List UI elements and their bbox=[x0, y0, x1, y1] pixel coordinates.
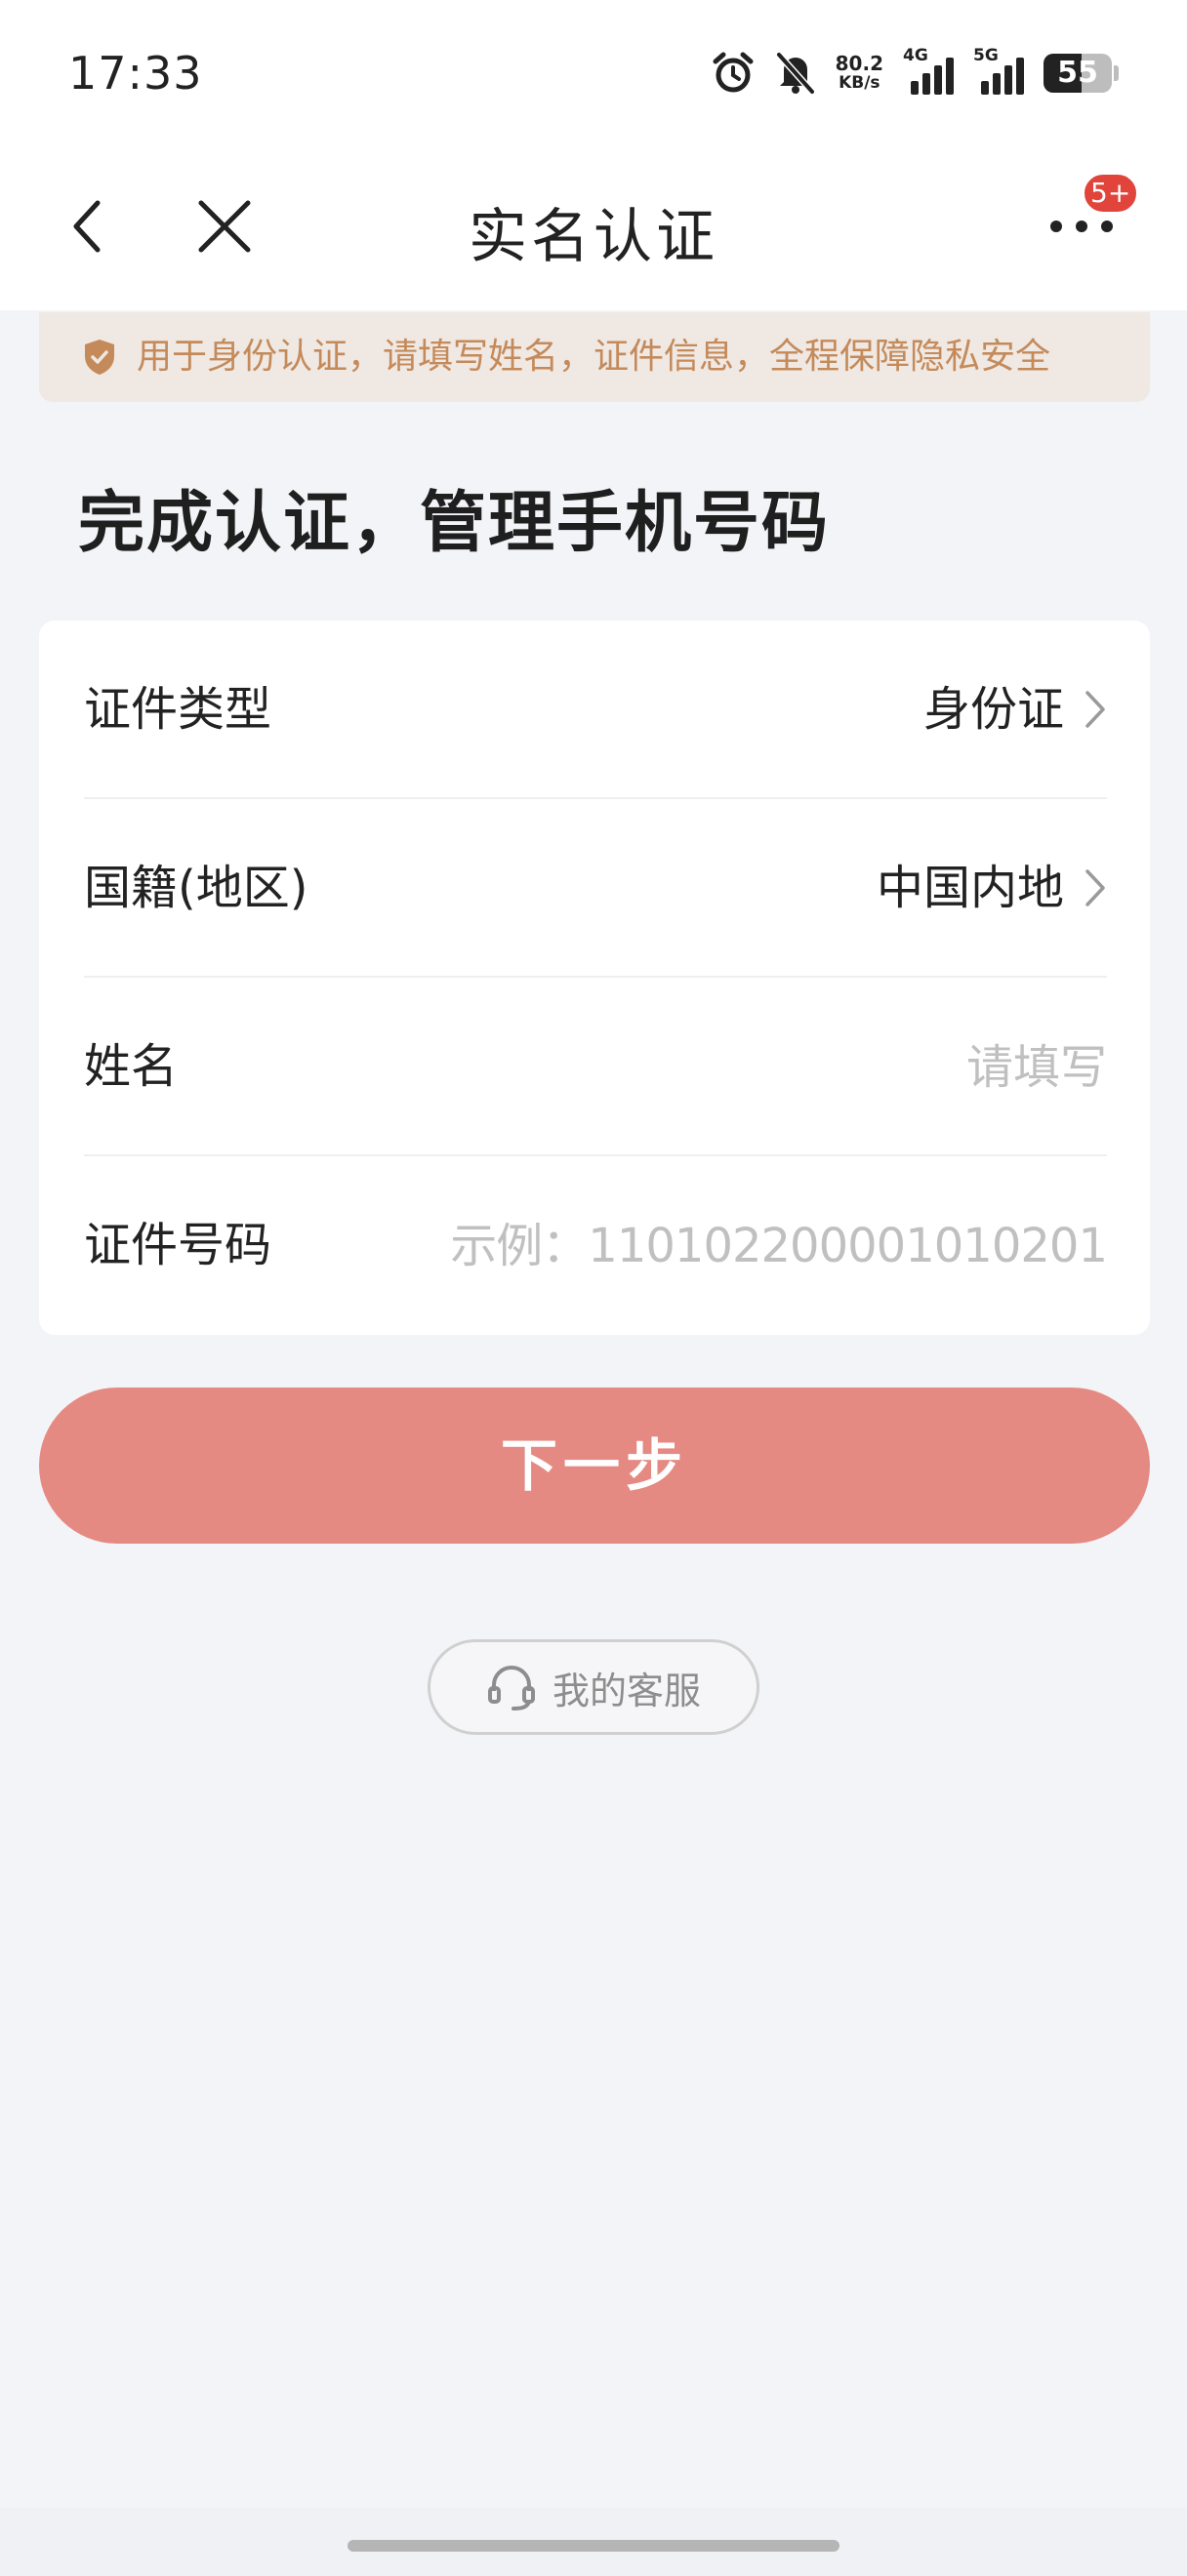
battery-tip bbox=[1114, 65, 1119, 81]
signal-4g-label: 4G bbox=[903, 46, 928, 65]
alarm-icon bbox=[711, 51, 756, 96]
notification-badge: 5+ bbox=[1082, 172, 1140, 215]
id-number-input[interactable] bbox=[443, 1203, 1107, 1289]
signal-5g-icon: 5G bbox=[973, 46, 1024, 95]
next-button[interactable]: 下一步 bbox=[39, 1388, 1150, 1544]
page-title: 实名认证 bbox=[469, 203, 718, 271]
customer-service-button[interactable]: 我的客服 bbox=[428, 1639, 759, 1735]
status-time: 17:33 bbox=[68, 47, 203, 100]
chevron-right-icon bbox=[1084, 867, 1107, 908]
notice-text: 用于身份认证，请填写姓名，证件信息，全程保障隐私安全 bbox=[137, 337, 1051, 377]
net-speed-unit: KB/s bbox=[839, 73, 880, 93]
net-speed-value: 80.2 bbox=[835, 52, 883, 75]
net-speed: 80.2 KB/s bbox=[836, 54, 883, 93]
id-number-row: 证件号码 bbox=[84, 1156, 1107, 1335]
name-label: 姓名 bbox=[84, 1039, 179, 1094]
nationality-value: 中国内地 bbox=[876, 861, 1064, 915]
id-type-value: 身份证 bbox=[922, 682, 1064, 737]
nationality-row[interactable]: 国籍(地区) 中国内地 bbox=[84, 799, 1107, 978]
privacy-notice: 用于身份认证，请填写姓名，证件信息，全程保障隐私安全 bbox=[39, 312, 1150, 402]
battery-icon: 55 bbox=[1044, 54, 1112, 93]
name-row: 姓名 bbox=[84, 978, 1107, 1156]
id-number-label: 证件号码 bbox=[84, 1218, 272, 1272]
nav-bar: 实名认证 5+ bbox=[0, 146, 1187, 310]
signal-4g-icon: 4G bbox=[903, 46, 954, 95]
status-bar: 17:33 80.2 KB/s 4G 5G 55 bbox=[0, 0, 1187, 146]
battery-level: 55 bbox=[1057, 56, 1098, 90]
id-type-label: 证件类型 bbox=[84, 682, 272, 737]
name-input[interactable] bbox=[424, 1025, 1107, 1110]
customer-service-label: 我的客服 bbox=[552, 1669, 701, 1712]
nationality-label: 国籍(地区) bbox=[84, 861, 308, 915]
home-indicator[interactable] bbox=[348, 2540, 839, 2552]
verification-form: 证件类型 身份证 国籍(地区) 中国内地 姓名 证件号码 bbox=[39, 621, 1150, 1335]
shield-icon bbox=[82, 338, 117, 377]
bell-muted-icon bbox=[775, 51, 816, 96]
headset-icon bbox=[486, 1662, 537, 1712]
status-icons: 80.2 KB/s 4G 5G 55 bbox=[711, 46, 1119, 96]
id-type-row[interactable]: 证件类型 身份证 bbox=[84, 621, 1107, 799]
signal-5g-label: 5G bbox=[973, 46, 999, 65]
page-heading: 完成认证，管理手机号码 bbox=[78, 485, 831, 562]
chevron-right-icon bbox=[1084, 689, 1107, 730]
